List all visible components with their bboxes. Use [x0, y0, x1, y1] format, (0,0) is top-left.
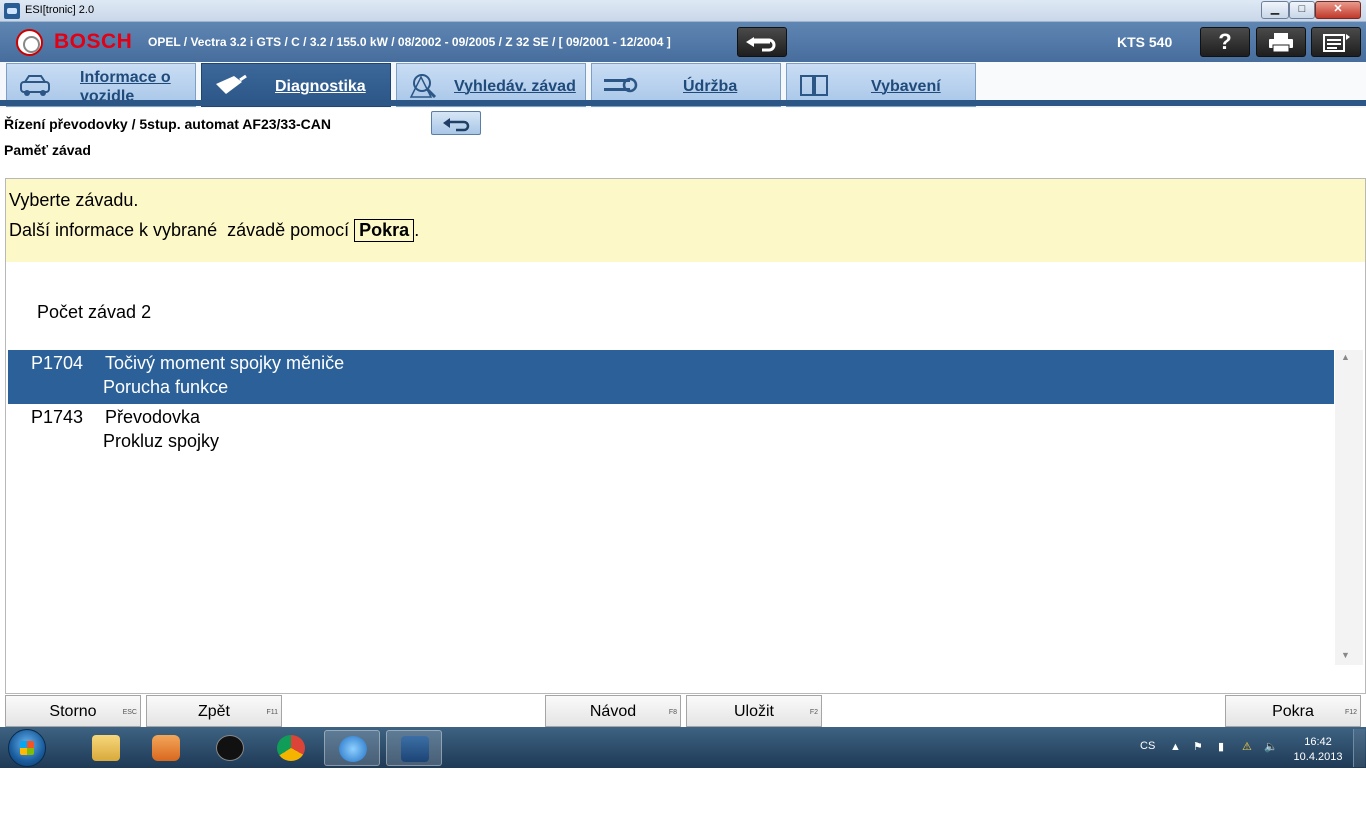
- continue-button[interactable]: Pokra F12: [1225, 695, 1361, 727]
- close-button[interactable]: ✕: [1315, 1, 1361, 19]
- save-button[interactable]: Uložit F2: [686, 695, 822, 727]
- minimize-button[interactable]: ▁: [1261, 1, 1289, 19]
- notice-line-2: Další informace k vybrané závadě pomocí …: [9, 219, 419, 242]
- taskbar-esitronic[interactable]: [386, 730, 442, 766]
- back-arrow-icon: [443, 118, 470, 132]
- volume-icon[interactable]: 🔈: [1264, 741, 1278, 753]
- back-shortcut: F11: [266, 709, 278, 716]
- clock-time: 16:42: [1304, 736, 1332, 748]
- fault-description: Točivý moment spojky měniče: [105, 353, 345, 373]
- esitronic-car-icon: [401, 736, 429, 762]
- taskbar-internet-explorer[interactable]: [324, 730, 380, 766]
- menu-list-icon: [1323, 34, 1350, 52]
- help-button[interactable]: ?: [1200, 27, 1250, 57]
- notice-line-1: Vyberte závadu.: [9, 190, 139, 210]
- fault-code: P1743: [31, 407, 84, 427]
- maintenance-icon: [604, 77, 638, 93]
- breadcrumb: Řízení převodovky / 5stup. automat AF23/…: [4, 116, 331, 132]
- storno-button-label: Storno: [49, 703, 97, 720]
- window-title: ESI[tronic] 2.0: [25, 4, 95, 16]
- network-warning-icon[interactable]: ⚠: [1242, 741, 1254, 753]
- action-center-flag-icon[interactable]: ⚑: [1193, 741, 1205, 753]
- show-hidden-icons-icon[interactable]: ▲: [1170, 741, 1182, 753]
- internet-explorer-icon: [339, 736, 367, 762]
- media-player-icon: [152, 735, 180, 761]
- car-info-icon: [20, 75, 50, 96]
- vehicle-info: OPEL / Vectra 3.2 i GTS / C / 3.2 / 155.…: [148, 35, 671, 49]
- vehicle-back-button[interactable]: [737, 27, 787, 57]
- system-clock[interactable]: 16:42 10.4.2013: [1292, 735, 1344, 765]
- fault-list: P1704 Točivý moment spojky měniče Poruch…: [8, 350, 1334, 665]
- tab-fault-search-label: Vyhledáv. závad: [454, 78, 576, 95]
- storno-shortcut: ESC: [122, 709, 137, 716]
- fault-status: Porucha funkce: [103, 377, 229, 397]
- window-titlebar: ESI[tronic] 2.0 ▁ □ ✕: [0, 0, 1366, 22]
- taskbar-chrome[interactable]: [263, 730, 319, 766]
- storno-button[interactable]: Storno ESC: [5, 695, 141, 727]
- guide-shortcut: F8: [668, 709, 677, 716]
- show-desktop-button[interactable]: [1353, 729, 1365, 767]
- instruction-notice: Vyberte závadu. Další informace k vybran…: [6, 179, 1365, 262]
- tab-diagnostics-label: Diagnostika: [275, 78, 366, 95]
- page-title: Paměť závad: [4, 142, 91, 158]
- tab-equipment-label: Vybavení: [871, 78, 941, 95]
- fault-row[interactable]: P1743 Převodovka Prokluz spojky: [8, 404, 1334, 458]
- scroll-down-icon[interactable]: ▼: [1341, 650, 1350, 660]
- hp-icon: [216, 735, 244, 761]
- taskbar-explorer[interactable]: [78, 730, 134, 766]
- notice-line-2-end: .: [414, 220, 420, 240]
- start-button[interactable]: [8, 729, 46, 767]
- fault-list-scrollbar[interactable]: ▲ ▼: [1335, 350, 1363, 665]
- fault-count: Počet závad 2: [37, 302, 152, 322]
- search-fault-icon: [409, 74, 437, 98]
- taskbar-media-player[interactable]: [138, 730, 194, 766]
- scroll-up-icon[interactable]: ▲: [1341, 352, 1350, 362]
- save-shortcut: F2: [809, 709, 818, 716]
- brand-logo-text: BOSCH: [54, 30, 133, 53]
- device-label: KTS 540: [1117, 34, 1173, 50]
- help-icon: ?: [1218, 29, 1232, 54]
- settings-menu-button[interactable]: [1311, 27, 1361, 57]
- language-indicator[interactable]: CS: [1140, 740, 1155, 752]
- notice-line-2-text: Další informace k vybrané závadě pomocí: [9, 220, 355, 240]
- continue-shortcut: F12: [1344, 709, 1357, 716]
- windows-taskbar: CS ▲ ⚑ ▮ ⚠ 🔈 16:42 10.4.2013: [0, 727, 1366, 768]
- bosch-logo-icon: [16, 29, 43, 56]
- battery-icon[interactable]: ▮: [1218, 741, 1230, 753]
- fault-memory-panel: Vyberte závadu. Další informace k vybran…: [5, 178, 1366, 694]
- fault-row[interactable]: P1704 Točivý moment spojky měniče Poruch…: [8, 350, 1334, 404]
- save-button-label: Uložit: [733, 703, 774, 720]
- return-arrow-icon: [746, 37, 776, 52]
- breadcrumb-back-button[interactable]: [431, 111, 481, 135]
- guide-button[interactable]: Návod F8: [545, 695, 681, 727]
- taskbar-hp[interactable]: [202, 730, 258, 766]
- continue-button-label: Pokra: [1272, 703, 1314, 720]
- fault-code: P1704: [31, 353, 84, 373]
- app-icon: [4, 3, 20, 19]
- tab-maintenance-label: Údržba: [683, 78, 738, 95]
- guide-button-label: Návod: [589, 703, 637, 720]
- diagnostic-plug-icon: [216, 74, 247, 94]
- tab-underline-strip: [0, 100, 1366, 106]
- fault-description: Převodovka: [105, 407, 201, 427]
- maximize-button[interactable]: □: [1289, 1, 1315, 19]
- clock-date: 10.4.2013: [1293, 751, 1343, 763]
- notice-key-label: Pokra: [354, 219, 415, 242]
- fault-status: Prokluz spojky: [103, 431, 220, 451]
- chrome-icon: [277, 735, 305, 761]
- equipment-book-icon: [800, 75, 828, 96]
- printer-icon: [1269, 33, 1293, 53]
- back-button[interactable]: Zpět F11: [146, 695, 282, 727]
- tab-vehicle-info-label-1: Informace o: [80, 69, 171, 86]
- print-button[interactable]: [1256, 27, 1306, 57]
- folder-icon: [92, 735, 120, 761]
- app-header: BOSCH OPEL / Vectra 3.2 i GTS / C / 3.2 …: [0, 22, 1366, 62]
- back-button-label: Zpět: [197, 703, 230, 720]
